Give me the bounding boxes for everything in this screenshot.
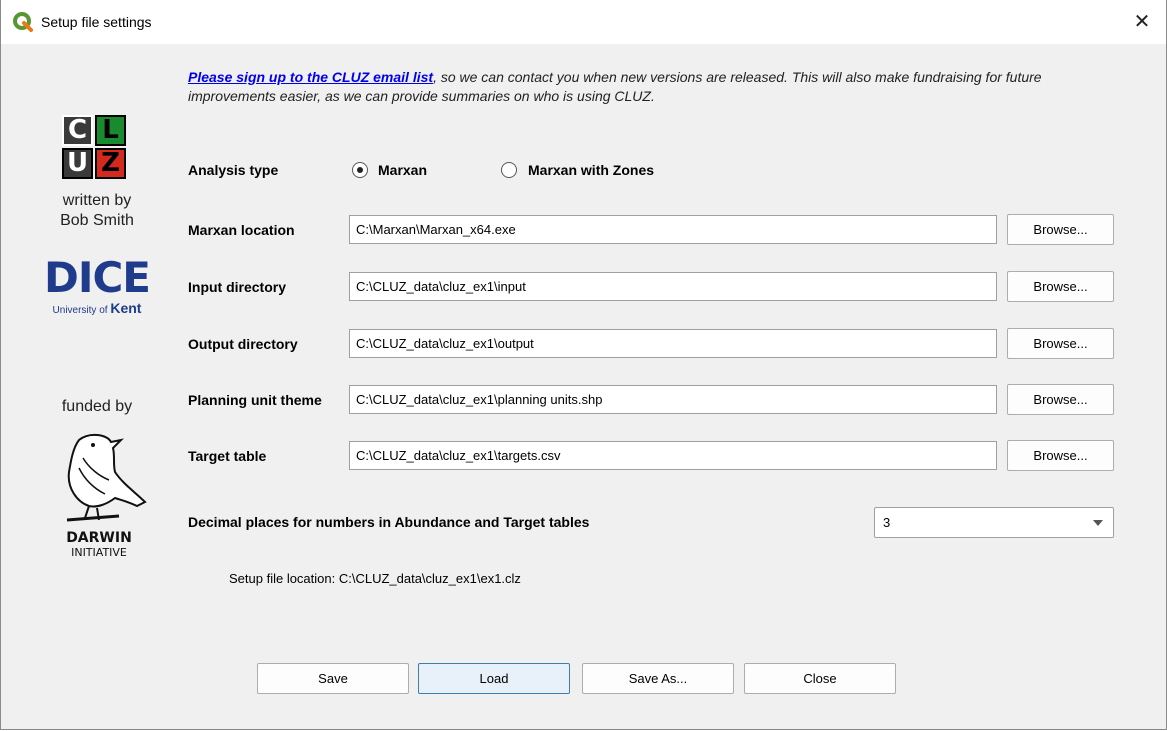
field-label-input-directory: Input directory bbox=[188, 279, 287, 295]
initiative-word: INITIATIVE bbox=[71, 546, 127, 559]
logo-letter-c: C bbox=[62, 115, 93, 146]
browse-marxan-button[interactable]: Browse... bbox=[1007, 214, 1114, 245]
field-label-marxan-location: Marxan location bbox=[188, 222, 295, 238]
window-title: Setup file settings bbox=[41, 14, 152, 30]
field-label-output-directory: Output directory bbox=[188, 336, 298, 352]
author-name: Bob Smith bbox=[60, 212, 134, 229]
logo-letter-l: L bbox=[95, 115, 126, 146]
logo-letter-z: Z bbox=[95, 148, 126, 179]
radio-marxan-label[interactable]: Marxan bbox=[378, 162, 427, 178]
field-label-planning-unit-theme: Planning unit theme bbox=[188, 392, 322, 408]
title-bar: Setup file settings ✕ bbox=[1, 0, 1166, 44]
setup-file-location: Setup file location: C:\CLUZ_data\cluz_e… bbox=[229, 571, 521, 586]
field-label-target-table: Target table bbox=[188, 448, 267, 464]
darwin-word: DARWIN bbox=[66, 530, 132, 546]
load-button[interactable]: Load bbox=[418, 663, 570, 694]
university-text: University of Kent bbox=[52, 300, 142, 316]
intro-text: Please sign up to the CLUZ email list, s… bbox=[188, 69, 1042, 104]
input-directory-input[interactable]: C:\CLUZ_data\cluz_ex1\input bbox=[349, 272, 997, 301]
save-button[interactable]: Save bbox=[257, 663, 409, 694]
decimal-places-value: 3 bbox=[883, 515, 891, 530]
marxan-location-input[interactable]: C:\Marxan\Marxan_x64.exe bbox=[349, 215, 997, 244]
radio-marxan[interactable] bbox=[352, 162, 368, 178]
dice-logo: DICE University of Kent bbox=[41, 253, 153, 317]
decimal-places-label: Decimal places for numbers in Abundance … bbox=[188, 514, 590, 530]
chevron-down-icon bbox=[1093, 520, 1103, 526]
target-table-input[interactable]: C:\CLUZ_data\cluz_ex1\targets.csv bbox=[349, 441, 997, 470]
logo-letter-u: U bbox=[62, 148, 93, 179]
browse-output-button[interactable]: Browse... bbox=[1007, 328, 1114, 359]
analysis-type-label: Analysis type bbox=[188, 162, 279, 178]
radio-marxan-zones-label[interactable]: Marxan with Zones bbox=[528, 162, 654, 178]
save-as-button[interactable]: Save As... bbox=[582, 663, 734, 694]
browse-input-button[interactable]: Browse... bbox=[1007, 271, 1114, 302]
darwin-initiative-logo: DARWIN INITIATIVE bbox=[66, 434, 147, 559]
email-signup-link[interactable]: Please sign up to the CLUZ email list bbox=[188, 69, 433, 85]
close-icon[interactable]: ✕ bbox=[1128, 8, 1156, 36]
decimal-places-select[interactable]: 3 bbox=[874, 507, 1114, 538]
output-directory-input[interactable]: C:\CLUZ_data\cluz_ex1\output bbox=[349, 329, 997, 358]
setup-dialog: Setup file settings ✕ C L U Z written by… bbox=[0, 0, 1167, 730]
qgis-icon bbox=[13, 12, 33, 32]
written-by-text: written by bbox=[62, 192, 132, 209]
browse-planning-unit-button[interactable]: Browse... bbox=[1007, 384, 1114, 415]
browse-target-table-button[interactable]: Browse... bbox=[1007, 440, 1114, 471]
radio-marxan-zones[interactable] bbox=[501, 162, 517, 178]
planning-unit-theme-input[interactable]: C:\CLUZ_data\cluz_ex1\planning units.shp bbox=[349, 385, 997, 414]
funded-by-text: funded by bbox=[61, 398, 133, 415]
dice-word: DICE bbox=[43, 253, 151, 302]
close-button[interactable]: Close bbox=[744, 663, 896, 694]
cluz-logo: C L U Z bbox=[62, 115, 128, 181]
